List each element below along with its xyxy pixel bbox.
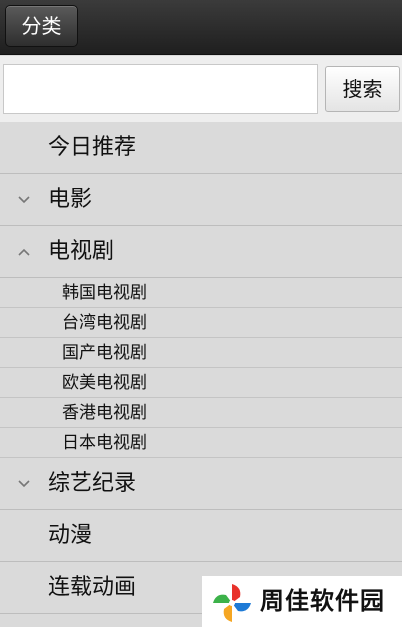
app-screen: 分类 搜索 今日推荐 电影 电视剧 韩国电视剧 台湾电视剧 国产电视剧 欧美电视…: [0, 0, 402, 627]
pinwheel-logo-icon: [213, 584, 251, 622]
submenu-item-domestic-tv[interactable]: 国产电视剧: [0, 338, 402, 368]
submenu-item-western-tv[interactable]: 欧美电视剧: [0, 368, 402, 398]
menu-item-variety-documentary[interactable]: 综艺纪录: [0, 458, 402, 510]
submenu-item-hongkong-tv[interactable]: 香港电视剧: [0, 398, 402, 428]
menu-item-label: 连载动画: [48, 575, 137, 600]
menu-item-label: 动漫: [48, 523, 93, 548]
category-menu: 今日推荐 电影 电视剧 韩国电视剧 台湾电视剧 国产电视剧 欧美电视剧 香港电视…: [0, 122, 402, 614]
menu-item-movies[interactable]: 电影: [0, 174, 402, 226]
submenu-item-korean-tv[interactable]: 韩国电视剧: [0, 278, 402, 308]
top-bar: 分类: [0, 0, 402, 55]
submenu-item-label: 国产电视剧: [62, 343, 147, 363]
chevron-down-icon: [18, 480, 30, 488]
watermark-text: 周佳软件园: [260, 587, 385, 615]
chevron-up-icon: [18, 248, 30, 256]
search-bar: 搜索: [0, 56, 402, 122]
menu-item-anime[interactable]: 动漫: [0, 510, 402, 562]
submenu-item-japanese-tv[interactable]: 日本电视剧: [0, 428, 402, 458]
submenu-item-taiwan-tv[interactable]: 台湾电视剧: [0, 308, 402, 338]
menu-item-label: 电影: [48, 187, 93, 212]
menu-item-label: 综艺纪录: [48, 471, 137, 496]
submenu-item-label: 香港电视剧: [62, 403, 147, 423]
menu-item-today[interactable]: 今日推荐: [0, 122, 402, 174]
watermark: 周佳软件园: [202, 576, 402, 627]
menu-item-tv-series[interactable]: 电视剧: [0, 226, 402, 278]
search-button[interactable]: 搜索: [325, 66, 400, 112]
submenu-item-label: 韩国电视剧: [62, 283, 147, 303]
menu-item-label: 电视剧: [48, 239, 115, 264]
submenu-item-label: 日本电视剧: [62, 433, 147, 453]
search-input[interactable]: [3, 64, 318, 114]
category-button[interactable]: 分类: [5, 5, 78, 47]
chevron-down-icon: [18, 196, 30, 204]
menu-item-label: 今日推荐: [48, 135, 137, 160]
submenu-item-label: 欧美电视剧: [62, 373, 147, 393]
submenu-item-label: 台湾电视剧: [62, 313, 147, 333]
